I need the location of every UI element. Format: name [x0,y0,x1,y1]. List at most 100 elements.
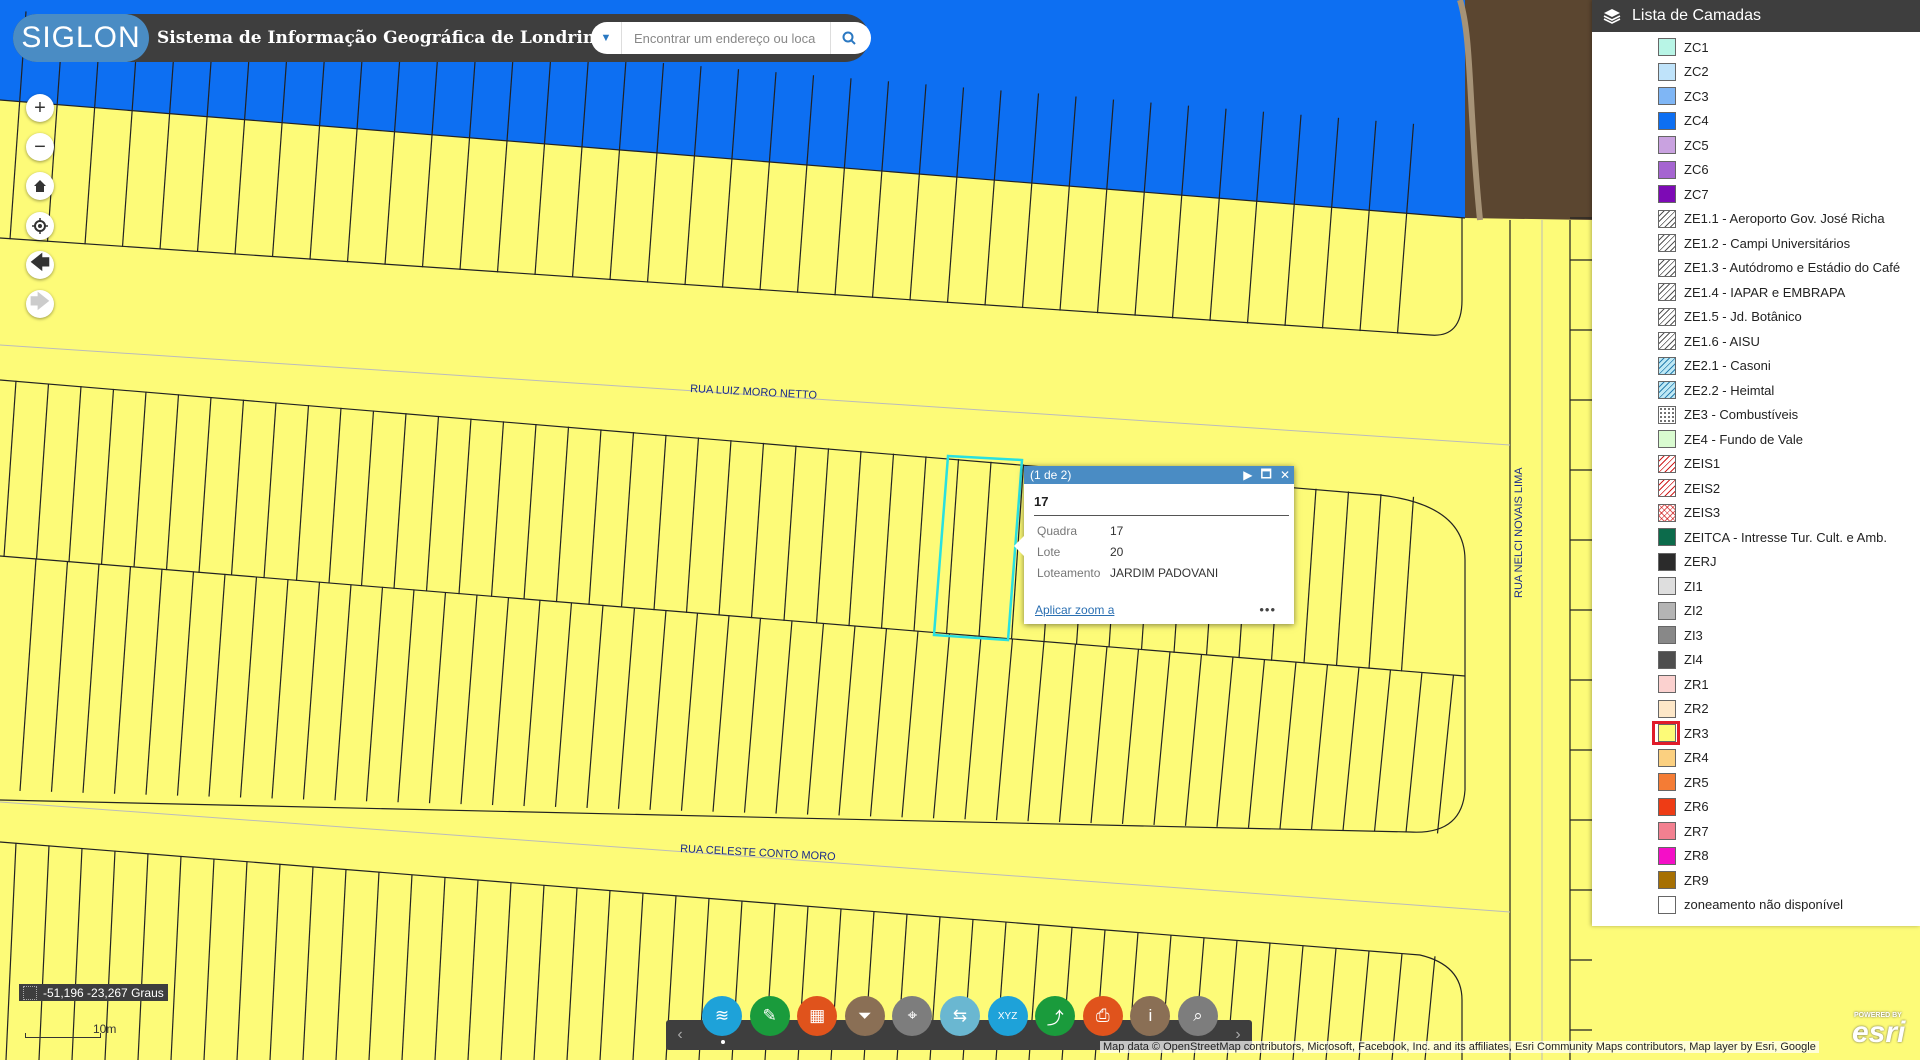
popup-counter: (1 de 2) [1030,468,1072,482]
attribute-key: Loteamento [1037,566,1101,580]
toolbar-prev-button[interactable]: ‹ [666,1020,694,1050]
legend-swatch [1658,111,1676,130]
legend-swatch [1658,797,1676,816]
legend-item: ZE1.3 - Autódromo e Estádio do Café [1592,256,1920,281]
legend-label: ZC7 [1684,186,1709,202]
legend-item: ZI1 [1592,574,1920,599]
legend-swatch [1658,675,1676,694]
legend-swatch [1658,160,1676,179]
legend-item: ZR8 [1592,844,1920,869]
crosshair-icon [32,218,48,234]
popup-attribute-row: Quadra 17 [1037,524,1294,539]
maximize-icon[interactable]: 🗖 [1261,465,1272,486]
legend-item: ZC4 [1592,109,1920,134]
legend-label: ZERJ [1684,554,1717,570]
legend-item: ZE1.1 - Aeroporto Gov. José Richa [1592,207,1920,232]
legend-swatch [1658,87,1676,106]
layer-list-title: Lista de Camadas [1632,7,1761,24]
xyz-coordinate-tool-button[interactable]: XYZ [987,996,1028,1036]
share-icon: ⤴ [1046,1008,1064,1028]
legend-label: ZI2 [1684,603,1703,619]
measure-icon: ✎ [762,1006,777,1025]
plus-icon: + [34,96,46,119]
feature-popup: (1 de 2) ▶ 🗖 ✕ 17 Quadra 17 Lote 20 Loteamen… [1014,466,1294,624]
basemap-gallery-tool-button[interactable]: ▦ [797,996,838,1036]
swipe-tool-button[interactable]: ⇆ [940,996,980,1036]
legend-swatch [1658,626,1676,645]
close-icon[interactable]: ✕ [1280,468,1290,482]
legend-item: ZEIS1 [1592,452,1920,477]
locate-address-icon: ⌖ [907,1006,918,1025]
chevron-down-icon: ▼ [600,32,612,44]
legend-label: ZEITCA - Intresse Tur. Cult. e Amb. [1684,529,1888,545]
coordinate-widget[interactable]: -51,196 -23,267 Graus [19,984,168,1001]
query-icon: ⌕ [1193,1006,1203,1025]
legend-item: ZEIS2 [1592,476,1920,501]
legend-label: ZR2 [1684,701,1709,717]
legend-swatch [1658,234,1676,253]
siglon-logo[interactable]: SIGLON [13,14,149,62]
search-button[interactable] [830,22,867,54]
query-tool-button[interactable]: ⌕ [1178,996,1218,1036]
legend-swatch [1658,332,1676,351]
home-button[interactable] [26,172,54,200]
legend-item: ZE1.4 - IAPAR e EMBRAPA [1592,280,1920,305]
scale-bar: 10m [25,1018,121,1038]
print-tool-button[interactable]: ⎙ [1082,996,1123,1036]
legend-swatch [1658,381,1676,400]
legend-swatch [1658,258,1676,277]
search-widget: ▼ [591,22,871,54]
legend-swatch [1658,209,1676,228]
legend-item: ZEIS3 [1592,501,1920,526]
zoom-in-button[interactable]: + [26,94,54,122]
search-input[interactable] [622,29,826,47]
more-options-icon[interactable]: ••• [1259,602,1276,617]
measure-tool-button[interactable]: ✎ [749,996,790,1036]
legend-label: ZC6 [1684,162,1709,178]
minus-icon: − [34,135,46,158]
legend-swatch [1658,62,1676,81]
legend-item: ZC7 [1592,182,1920,207]
next-extent-button[interactable]: 🡆 [26,290,54,318]
legend-label: zoneamento não disponível [1684,897,1844,913]
zoom-to-link[interactable]: Aplicar zoom a [1035,603,1114,617]
share-tool-button[interactable]: ⤴ [1035,996,1076,1036]
legend-swatch [1658,650,1676,669]
legend-label: ZI3 [1684,627,1703,643]
legend-swatch [1658,846,1676,865]
divider [1034,515,1289,516]
legend-label: ZR5 [1684,774,1709,790]
layer-list-panel: Lista de Camadas ZC1 ZC2 ZC3 ZC4 ZC5 ZC6 ZC7 ZE… [1592,0,1920,926]
legend-item: ZE2.2 - Heimtal [1592,378,1920,403]
attribute-value: JARDIM PADOVANI [1110,566,1219,580]
esri-logo[interactable]: POWERED BY esri [1852,1012,1905,1048]
legend-label: ZR1 [1684,676,1709,692]
coordinate-toggle-icon[interactable] [23,985,37,1000]
legend-swatch [1658,479,1676,498]
popup-title: 17 [1034,494,1049,509]
legend-item: ZE1.6 - AISU [1592,329,1920,354]
legend-swatch [1658,871,1676,890]
locate-button[interactable] [26,212,54,240]
layer-list-header: Lista de Camadas [1592,0,1920,32]
legend-item: ZE3 - Combustíveis [1592,403,1920,428]
chevron-left-icon: ‹ [677,1026,683,1043]
legend-swatch [1658,503,1676,522]
popup-header: (1 de 2) ▶ 🗖 ✕ [1024,466,1294,484]
layers-tool-button[interactable]: ≋ [702,996,742,1036]
legend-swatch [1658,356,1676,375]
legend-item: ZC3 [1592,84,1920,109]
filter-tool-button[interactable]: ⏷ [844,996,885,1036]
previous-extent-button[interactable]: 🡄 [26,251,54,279]
legend-item: ZERJ [1592,550,1920,575]
legend-label: ZE2.2 - Heimtal [1684,382,1775,398]
legend-label: ZR9 [1684,872,1709,888]
next-feature-icon[interactable]: ▶ [1243,468,1252,482]
map-attribution: Map data © OpenStreetMap contributors, M… [1100,1041,1819,1053]
highlight-box [1652,721,1680,745]
arrow-right-icon: 🡆 [29,291,51,313]
legend-label: ZEIS2 [1684,480,1721,496]
legend-swatch [1658,822,1676,841]
zoom-out-button[interactable]: − [26,133,54,161]
search-source-dropdown[interactable]: ▼ [591,22,622,54]
